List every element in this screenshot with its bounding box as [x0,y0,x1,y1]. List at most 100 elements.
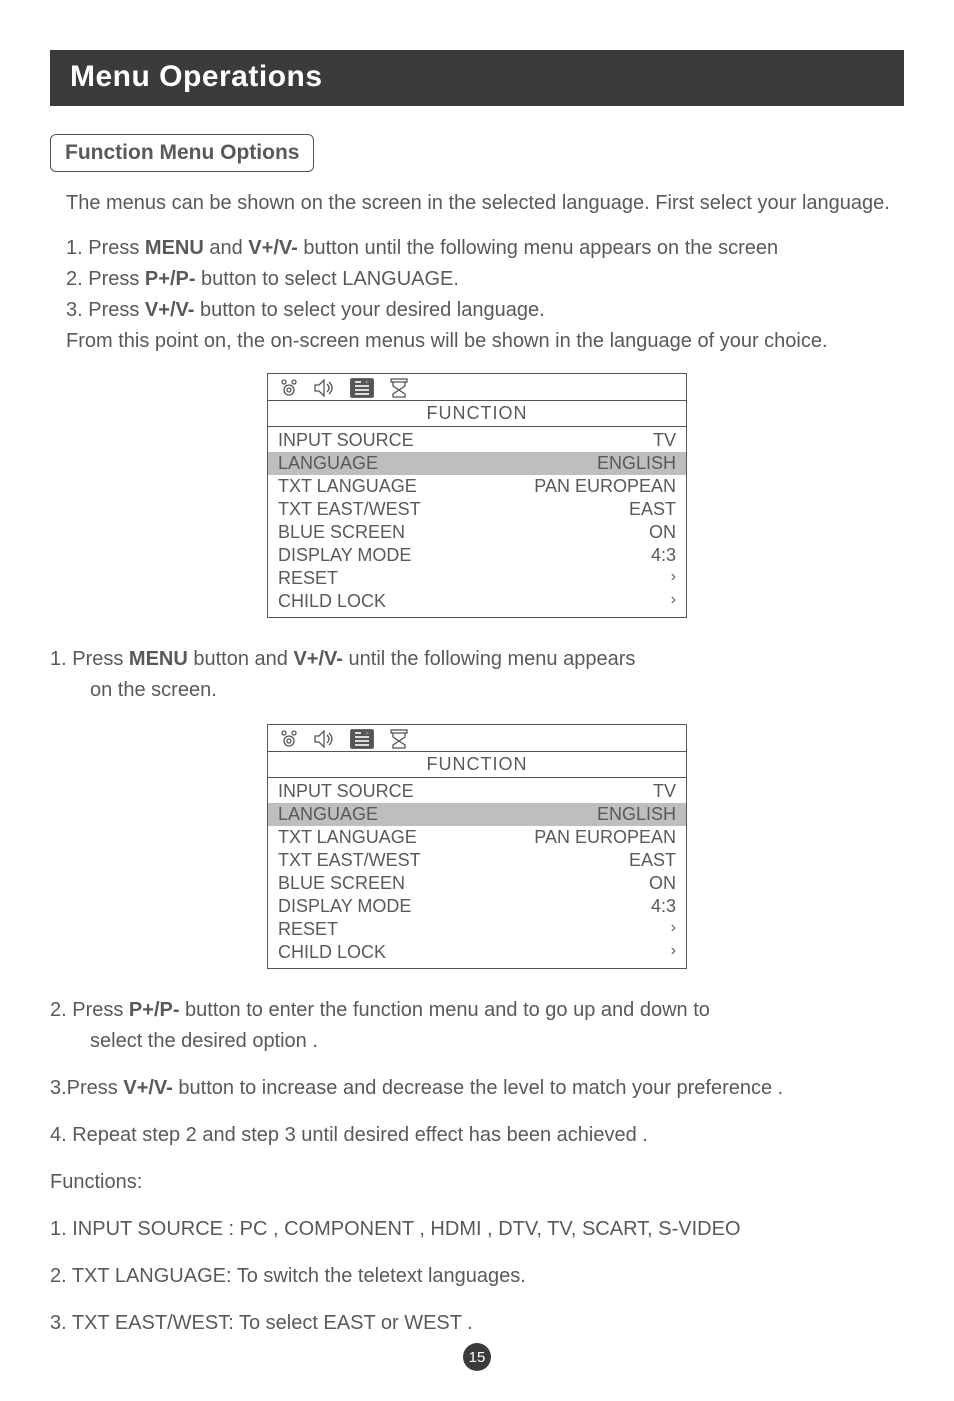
osd-label: DISPLAY MODE [278,545,411,566]
osd-row: TXT EAST/WEST EAST [278,498,676,521]
main-step-4: 4. Repeat step 2 and step 3 until desire… [50,1122,904,1149]
osd-value: ENGLISH [597,453,676,474]
label-vplusminus: V+/V- [145,299,194,321]
label-vplusminus: V+/V- [293,648,342,670]
osd-label: TXT EAST/WEST [278,499,421,520]
function-icon [350,378,374,398]
functions-3: 3. TXT EAST/WEST: To select EAST or WEST… [50,1310,904,1337]
osd-label: TXT LANGUAGE [278,827,417,848]
section-title: Function Menu Options [50,134,314,172]
osd-value: ON [649,522,676,543]
osd-row-highlight: LANGUAGE ENGLISH [268,452,686,475]
chevron-right-icon: › [671,591,676,612]
osd-value: 4:3 [651,545,676,566]
osd-label: CHILD LOCK [278,942,386,963]
main-step-2: 2. Press P+/P- button to enter the funct… [50,997,904,1024]
osd-label: DISPLAY MODE [278,896,411,917]
osd-label: LANGUAGE [278,453,378,474]
main-step-1-cont: on the screen. [50,677,904,704]
text: 2. Press [50,999,129,1021]
page-banner: Menu Operations [50,50,904,106]
osd-row: INPUT SOURCE TV [278,429,676,452]
osd-row: RESET › [278,918,676,941]
time-icon [388,729,410,749]
lang-step-1: 1. Press MENU and V+/V- button until the… [66,235,904,262]
chevron-right-icon: › [671,942,676,963]
osd-label: RESET [278,919,338,940]
intro-text: The menus can be shown on the screen in … [66,190,904,217]
osd-row: BLUE SCREEN ON [278,872,676,895]
sound-icon [314,379,336,397]
text: button to enter the function menu and to… [180,999,710,1021]
osd-row-highlight: LANGUAGE ENGLISH [268,803,686,826]
osd-row: DISPLAY MODE 4:3 [278,895,676,918]
lang-step-after: From this point on, the on-screen menus … [66,328,904,355]
text: 1. Press [50,648,129,670]
text: button to increase and decrease the leve… [173,1077,783,1099]
osd-body: INPUT SOURCE TV LANGUAGE ENGLISH TXT LANGU… [268,427,686,617]
text: button to select your desired language. [194,299,544,321]
text: 2. Press [66,268,145,290]
osd-row: DISPLAY MODE 4:3 [278,544,676,567]
osd-value: EAST [629,850,676,871]
lang-step-3: 3. Press V+/V- button to select your des… [66,297,904,324]
text: 3.Press [50,1077,123,1099]
osd-function-1: FUNCTION INPUT SOURCE TV LANGUAGE ENGLISH … [267,373,687,618]
osd-function-2: FUNCTION INPUT SOURCETV LANGUAGE ENGLISH … [267,724,687,969]
text: button and [188,648,294,670]
osd-value: PAN EUROPEAN [534,827,676,848]
osd-label: INPUT SOURCE [278,430,414,451]
osd-label: RESET [278,568,338,589]
osd-value: 4:3 [651,896,676,917]
osd-label: TXT EAST/WEST [278,850,421,871]
osd-row: CHILD LOCK › [278,941,676,964]
osd-label: BLUE SCREEN [278,522,405,543]
functions-1: 1. INPUT SOURCE : PC , COMPONENT , HDMI … [50,1216,904,1243]
osd-row: INPUT SOURCETV [278,780,676,803]
osd-label: TXT LANGUAGE [278,476,417,497]
main-step-2-cont: select the desired option . [50,1028,904,1055]
functions-heading: Functions: [50,1169,904,1196]
osd-value: ENGLISH [597,804,676,825]
picture-icon [278,379,300,397]
chevron-right-icon: › [671,568,676,589]
osd-icon-row [268,725,686,751]
osd-row: BLUE SCREEN ON [278,521,676,544]
osd-icon-row [268,374,686,400]
osd-value: TV [653,781,676,802]
osd-title: FUNCTION [268,751,686,778]
osd-row: TXT EAST/WEST EAST [278,849,676,872]
lang-step-2: 2. Press P+/P- button to select LANGUAGE… [66,266,904,293]
text: and [204,237,248,259]
label-vplusminus: V+/V- [248,237,297,259]
osd-label: CHILD LOCK [278,591,386,612]
chevron-right-icon: › [671,919,676,940]
osd-label: BLUE SCREEN [278,873,405,894]
osd-value: EAST [629,499,676,520]
sound-icon [314,730,336,748]
osd-row: TXT LANGUAGE PAN EUROPEAN [278,826,676,849]
osd-row: RESET › [278,567,676,590]
main-step-3: 3.Press V+/V- button to increase and dec… [50,1075,904,1102]
osd-value: PAN EUROPEAN [534,476,676,497]
functions-2: 2. TXT LANGUAGE: To switch the teletext … [50,1263,904,1290]
text: button to select LANGUAGE. [196,268,459,290]
text: 3. Press [66,299,145,321]
label-menu: MENU [129,648,188,670]
main-step-1: 1. Press MENU button and V+/V- until the… [50,646,904,673]
text: 1. Press [66,237,145,259]
text: until the following menu appears [343,648,635,670]
time-icon [388,378,410,398]
osd-value: TV [653,430,676,451]
osd-value: ON [649,873,676,894]
text: button until the following menu appears … [298,237,778,259]
osd-title: FUNCTION [268,400,686,427]
osd-body: INPUT SOURCETV LANGUAGE ENGLISH TXT LANGU… [268,778,686,968]
label-pplusminus: P+/P- [145,268,196,290]
picture-icon [278,730,300,748]
osd-label: LANGUAGE [278,804,378,825]
label-pplusminus: P+/P- [129,999,180,1021]
page-number: 15 [463,1343,491,1371]
label-menu: MENU [145,237,204,259]
label-vplusminus: V+/V- [123,1077,172,1099]
